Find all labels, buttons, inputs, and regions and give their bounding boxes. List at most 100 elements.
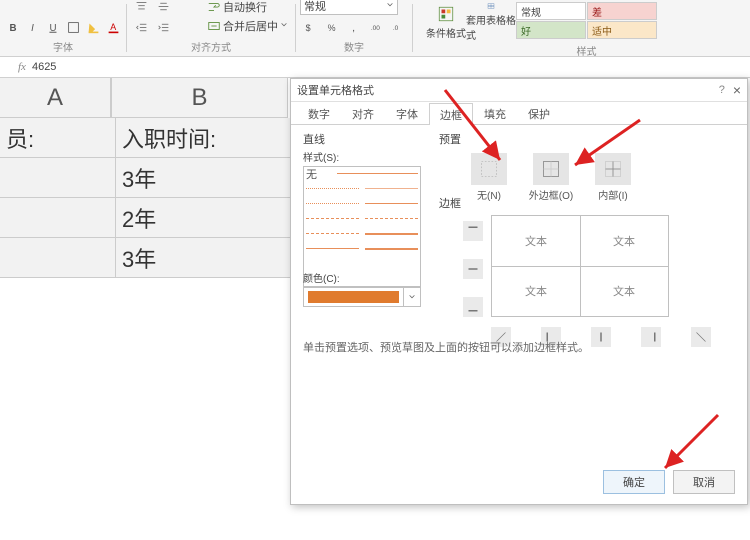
style-good[interactable]: 好 — [516, 21, 586, 39]
accounting-format-button[interactable]: $ — [300, 17, 320, 37]
wrap-text-button[interactable]: 自动换行 — [204, 0, 291, 16]
cell[interactable] — [0, 238, 116, 278]
chevron-down-icon — [386, 0, 394, 12]
svg-text:U: U — [49, 22, 56, 33]
preset-section-label: 预置 — [439, 131, 719, 147]
svg-text:A: A — [110, 21, 116, 31]
decrease-indent-button[interactable] — [131, 17, 151, 37]
cell[interactable]: 2年 — [116, 198, 298, 238]
border-hmiddle-button[interactable] — [463, 259, 483, 279]
line-style-option[interactable] — [365, 248, 418, 250]
line-style-list[interactable]: 无 — [303, 166, 421, 287]
tab-fill[interactable]: 填充 — [473, 102, 517, 124]
border-bottom-button[interactable] — [463, 297, 483, 317]
number-group-label: 数字 — [300, 39, 408, 54]
line-style-option[interactable] — [365, 188, 418, 189]
color-swatch — [308, 291, 399, 303]
format-as-table-button[interactable]: 套用表格格式 — [466, 2, 516, 42]
svg-text:,: , — [352, 21, 355, 33]
align-top-button[interactable] — [131, 0, 151, 16]
style-normal[interactable]: 常规 — [516, 2, 586, 20]
number-format-dropdown[interactable]: 常规 — [300, 0, 398, 15]
fill-color-button[interactable] — [84, 17, 102, 37]
border-preview[interactable]: 文本 文本 文本 文本 — [491, 215, 669, 317]
border-vmiddle-button[interactable] — [591, 327, 611, 347]
formula-value[interactable]: 4625 — [32, 61, 56, 73]
tab-protection[interactable]: 保护 — [517, 102, 561, 124]
chevron-down-icon — [403, 288, 420, 306]
line-style-option[interactable] — [306, 203, 359, 204]
style-bad[interactable]: 差 — [587, 2, 657, 20]
cell[interactable]: 3年 — [116, 238, 298, 278]
font-group: B I U A 字体 — [0, 0, 126, 56]
svg-text:.00: .00 — [370, 24, 379, 31]
line-style-option[interactable] — [365, 218, 418, 219]
help-button[interactable]: ? — [719, 84, 725, 96]
preset-panel: 预置 无(N) 外边框(O) 内部(I) — [439, 131, 719, 202]
cell[interactable] — [0, 198, 116, 238]
format-cells-dialog: 设置单元格格式 ? × 数字 对齐 字体 边框 填充 保护 直线 样式(S): … — [290, 78, 748, 505]
tab-alignment[interactable]: 对齐 — [341, 102, 385, 124]
line-style-option[interactable] — [365, 203, 418, 204]
border-top-button[interactable] — [463, 221, 483, 241]
line-panel: 直线 样式(S): 无 — [303, 131, 421, 287]
color-label: 颜色(C): — [303, 270, 421, 285]
formula-bar: fx 4625 — [0, 57, 750, 78]
line-style-option[interactable] — [306, 188, 359, 189]
style-neutral[interactable]: 适中 — [587, 21, 657, 39]
conditional-format-button[interactable]: 条件格式 — [426, 2, 466, 42]
decrease-decimal-button[interactable]: .0 — [388, 17, 408, 37]
border-section-label: 边框 — [439, 195, 719, 211]
alignment-group: 自动换行 合并后居中 对齐方式 — [127, 0, 295, 56]
hint-text: 单击预置选项、预览草图及上面的按钮可以添加边框样式。 — [303, 339, 589, 355]
dialog-tabs: 数字 对齐 字体 边框 填充 保护 — [291, 102, 747, 125]
line-style-option[interactable] — [306, 233, 359, 234]
cancel-button[interactable]: 取消 — [673, 470, 735, 494]
merge-center-button[interactable]: 合并后居中 — [204, 17, 291, 35]
fx-icon[interactable]: fx — [18, 61, 26, 73]
line-style-option[interactable] — [306, 218, 359, 219]
line-style-option[interactable] — [365, 233, 418, 235]
increase-decimal-button[interactable]: .00 — [366, 17, 386, 37]
italic-button[interactable]: I — [24, 17, 42, 37]
svg-text:$: $ — [305, 22, 310, 32]
styles-group-label: 样式 — [516, 43, 657, 58]
percent-button[interactable]: % — [322, 17, 342, 37]
border-diag-down-button[interactable] — [691, 327, 711, 347]
line-style-option[interactable] — [337, 173, 418, 174]
border-button[interactable] — [64, 17, 82, 37]
tab-font[interactable]: 字体 — [385, 102, 429, 124]
tab-number[interactable]: 数字 — [297, 102, 341, 124]
dialog-titlebar: 设置单元格格式 ? × — [291, 79, 747, 102]
font-color-button[interactable]: A — [104, 17, 122, 37]
cell[interactable]: 3年 — [116, 158, 298, 198]
column-header-a[interactable]: A — [0, 78, 111, 118]
border-right-button[interactable] — [641, 327, 661, 347]
bold-button[interactable]: B — [4, 17, 22, 37]
line-section-label: 直线 — [303, 131, 421, 147]
increase-indent-button[interactable] — [153, 17, 173, 37]
close-icon[interactable]: × — [733, 83, 741, 97]
comma-button[interactable]: , — [344, 17, 364, 37]
underline-button[interactable]: U — [44, 17, 62, 37]
cell[interactable]: 员: — [0, 118, 116, 158]
color-dropdown[interactable] — [303, 287, 421, 307]
line-style-option[interactable] — [306, 248, 359, 249]
ribbon: B I U A 字体 自动换行 合并后居中 — [0, 0, 750, 57]
dialog-title: 设置单元格格式 — [297, 82, 374, 98]
font-group-label: 字体 — [4, 39, 122, 54]
cell[interactable] — [0, 158, 116, 198]
style-none[interactable]: 无 — [306, 166, 317, 182]
border-diagram: 文本 文本 文本 文本 — [463, 215, 683, 325]
cell-styles-gallery[interactable]: 常规 差 好 适中 — [516, 2, 657, 39]
cell[interactable]: 入职时间: — [116, 118, 298, 158]
svg-text:B: B — [9, 22, 16, 33]
svg-text:%: % — [327, 22, 335, 32]
alignment-group-label: 对齐方式 — [131, 39, 291, 54]
chevron-down-icon — [280, 20, 288, 32]
ok-button[interactable]: 确定 — [603, 470, 665, 494]
tab-border[interactable]: 边框 — [429, 103, 473, 125]
column-header-b[interactable]: B — [111, 78, 288, 118]
styles-group: 条件格式 套用表格格式 常规 差 好 适中 样式 — [413, 0, 661, 56]
align-middle-button[interactable] — [153, 0, 173, 16]
